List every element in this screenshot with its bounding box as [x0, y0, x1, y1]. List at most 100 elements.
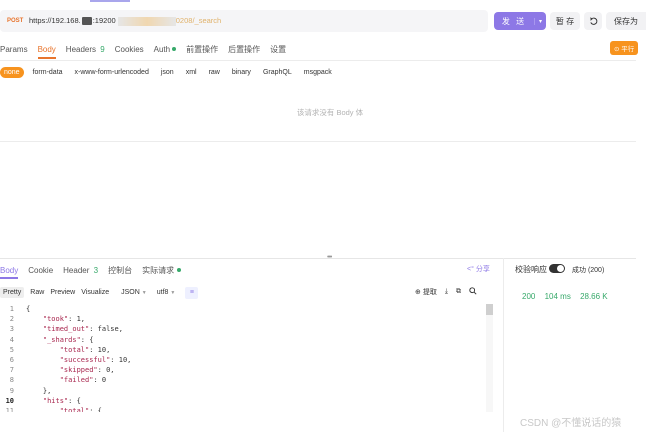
- response-code-view[interactable]: 1{2 "took": 1, 3 "timed_out": false, 4 "_s…: [0, 304, 490, 412]
- line-number: 8: [9, 376, 14, 385]
- json-key: "took": [42, 315, 69, 324]
- line-number: 6: [9, 355, 14, 364]
- code-line: 4 "_shards": {: [0, 335, 490, 345]
- redacted-block: [117, 16, 176, 26]
- json-key: "failed": [59, 376, 94, 385]
- code-line: 5 "total": 10,: [0, 345, 490, 355]
- line-number: 5: [9, 345, 14, 354]
- http-method[interactable]: POST: [7, 18, 29, 24]
- tab-console[interactable]: 控制台: [108, 265, 132, 276]
- json-value: : {: [68, 396, 81, 405]
- tab-response-header-label: Header: [63, 265, 90, 275]
- response-view-toolbar: Pretty Raw Preview Visualize JSON ▼ utf8 ▼…: [0, 286, 199, 299]
- header-count-badge: 3: [93, 265, 99, 275]
- json-value: },: [42, 386, 52, 395]
- save-as-button[interactable]: 保存为: [606, 12, 646, 30]
- send-button[interactable]: 发 送 ▾: [494, 12, 546, 30]
- undo-icon: [589, 16, 597, 25]
- wrap-lines-icon[interactable]: ≡: [185, 286, 199, 299]
- json-value: : {: [89, 406, 102, 412]
- tab-headers[interactable]: Headers 9: [66, 45, 105, 54]
- headers-count-badge: 9: [100, 44, 105, 54]
- code-line: 11 "total": {: [0, 406, 490, 412]
- encoding-select[interactable]: utf8 ▼: [157, 289, 176, 296]
- share-icon: <°: [467, 266, 474, 273]
- parallel-button[interactable]: ⊙ 平行: [610, 41, 638, 55]
- tab-params[interactable]: Params: [0, 45, 28, 54]
- tab-response-body[interactable]: Body: [0, 266, 19, 279]
- extract-button[interactable]: ⊕ 提取: [415, 287, 437, 297]
- code-line: 1{: [0, 304, 490, 314]
- save-button[interactable]: 暂 存: [550, 12, 580, 30]
- view-pretty[interactable]: Pretty: [0, 287, 25, 298]
- search-icon[interactable]: [469, 287, 477, 297]
- code-line: 10 "hits": {: [0, 396, 490, 406]
- share-button[interactable]: <° 分享: [467, 264, 490, 274]
- tab-post-request[interactable]: 后置操作: [228, 44, 260, 55]
- json-key: "total": [59, 406, 90, 412]
- view-raw[interactable]: Raw: [30, 289, 44, 296]
- body-type-raw[interactable]: raw: [209, 69, 220, 76]
- active-tab-indicator: [90, 0, 130, 2]
- json-key: "hits": [42, 396, 69, 405]
- json-key: "_shards": [42, 335, 81, 344]
- vertical-divider: [503, 258, 504, 432]
- extract-label: 提取: [422, 289, 437, 296]
- url-bar[interactable]: POST https://192.168.:19200 0208/_search: [0, 10, 488, 32]
- code-line: 9 },: [0, 386, 490, 396]
- json-value: : 1,: [68, 315, 86, 324]
- tab-pre-request[interactable]: 前置操作: [186, 44, 218, 55]
- plus-circle-icon: ⊕: [415, 289, 421, 296]
- json-value: : false,: [89, 325, 123, 334]
- body-type-xml[interactable]: xml: [186, 69, 197, 76]
- response-meta: 200 104 ms 28.66 K: [522, 292, 615, 301]
- tab-cookies[interactable]: Cookies: [115, 45, 144, 54]
- tab-settings[interactable]: 设置: [270, 44, 286, 55]
- tab-body[interactable]: Body: [37, 45, 57, 59]
- validate-result[interactable]: 成功 (200): [572, 265, 604, 275]
- url-host: https://192.168.: [29, 16, 81, 26]
- tab-actual-request[interactable]: 实际请求: [142, 265, 182, 276]
- json-value: : 10,: [110, 355, 132, 364]
- body-type-none[interactable]: none: [0, 67, 24, 78]
- encoding-select-value: utf8: [156, 289, 169, 296]
- chevron-down-icon: ▼: [141, 290, 147, 296]
- response-time: 104 ms: [544, 292, 571, 301]
- view-preview[interactable]: Preview: [50, 289, 75, 296]
- undo-button[interactable]: [584, 12, 602, 30]
- watermark: CSDN @不懂说话的猿: [520, 418, 622, 429]
- view-visualize[interactable]: Visualize: [81, 289, 109, 296]
- body-type-binary[interactable]: binary: [232, 69, 251, 76]
- body-type-urlencoded[interactable]: x-www-form-urlencoded: [75, 69, 149, 76]
- body-type-msgpack[interactable]: msgpack: [304, 69, 332, 76]
- validate-toggle[interactable]: [549, 264, 565, 273]
- divider: [0, 141, 636, 142]
- status-dot-icon: [177, 268, 182, 273]
- copy-icon[interactable]: ⧉: [456, 288, 461, 296]
- tab-response-cookie[interactable]: Cookie: [28, 266, 53, 275]
- format-select[interactable]: JSON ▼: [121, 289, 147, 296]
- tab-headers-label: Headers: [65, 44, 97, 54]
- url-port: :19200: [92, 16, 116, 26]
- download-icon[interactable]: ⤓: [445, 288, 448, 296]
- json-key: "total": [59, 345, 90, 354]
- line-number: 10: [5, 396, 14, 405]
- body-type-json[interactable]: json: [161, 69, 174, 76]
- code-line: 6 "successful": 10,: [0, 355, 490, 365]
- line-number: 3: [9, 325, 14, 334]
- json-key: "skipped": [59, 366, 98, 375]
- body-type-graphql[interactable]: GraphQL: [263, 69, 292, 76]
- json-value: : 0,: [97, 366, 115, 375]
- divider: [0, 60, 636, 61]
- tab-actual-request-label: 实际请求: [142, 265, 175, 275]
- drag-handle-icon[interactable]: •••: [327, 254, 332, 261]
- request-tabs: Params Body Headers 9 Cookies Auth 前置操作 …: [0, 40, 296, 59]
- body-type-form-data[interactable]: form-data: [33, 69, 63, 76]
- panel-divider[interactable]: [0, 258, 636, 259]
- tab-auth[interactable]: Auth: [154, 45, 177, 54]
- tab-response-header[interactable]: Header 3: [63, 266, 98, 275]
- chevron-down-icon[interactable]: ▾: [534, 17, 546, 25]
- redacted-block: [81, 17, 92, 26]
- line-number: 1: [9, 305, 14, 313]
- url-input[interactable]: https://192.168.:19200 0208/_search: [29, 16, 221, 26]
